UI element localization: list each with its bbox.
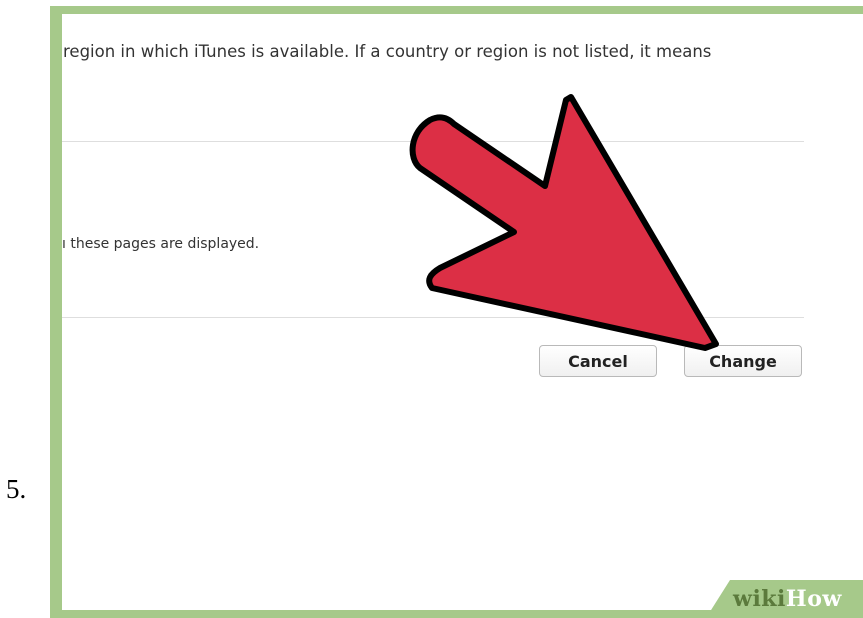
cancel-button[interactable]: Cancel <box>539 345 657 377</box>
logo-text: wikiHow <box>733 586 842 612</box>
itunes-dialog-panel: region in which iTunes is available. If … <box>62 14 863 610</box>
availability-description: region in which iTunes is available. If … <box>63 42 712 61</box>
pages-description: ı these pages are displayed. <box>62 236 260 252</box>
wikihow-logo: wikiHow <box>706 580 863 618</box>
divider <box>62 317 804 318</box>
logo-how: How <box>785 586 842 612</box>
logo-wiki: wiki <box>733 586 786 612</box>
tutorial-step-image: 5. region in which iTunes is available. … <box>0 0 863 618</box>
change-button[interactable]: Change <box>684 345 802 377</box>
screenshot-frame: region in which iTunes is available. If … <box>50 6 863 618</box>
divider <box>62 141 804 142</box>
step-number: 5. <box>6 474 27 504</box>
